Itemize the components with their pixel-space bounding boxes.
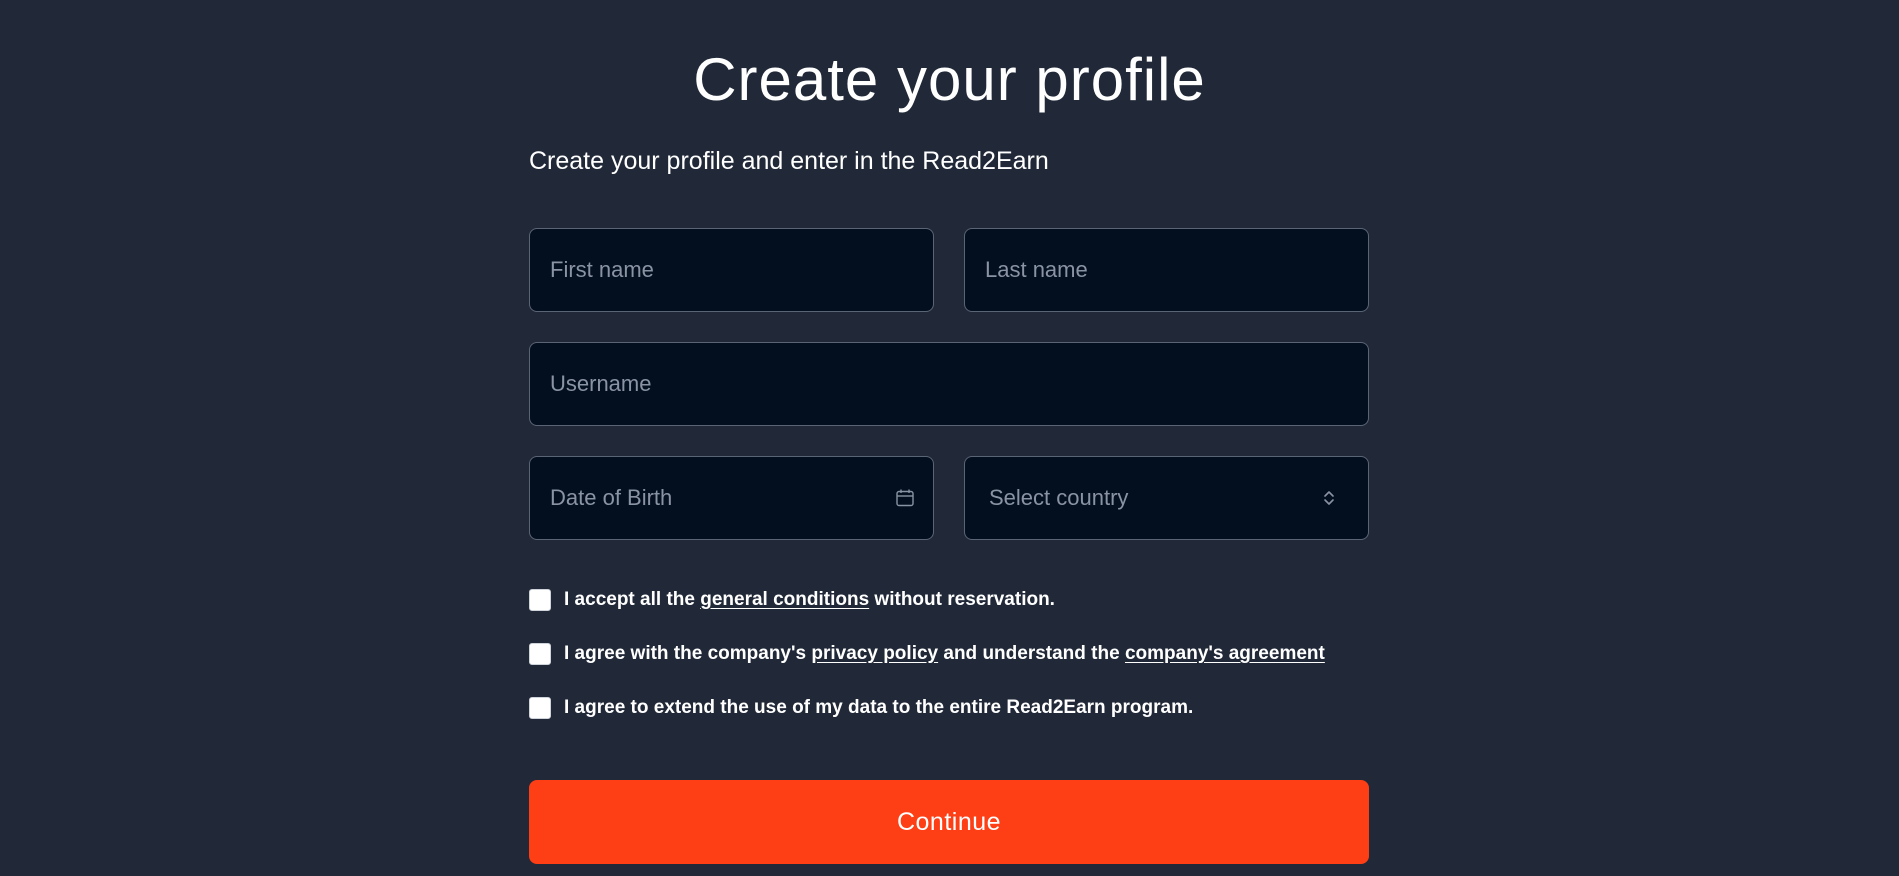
last-name-input[interactable] bbox=[983, 256, 1350, 284]
continue-button[interactable]: Continue bbox=[529, 780, 1369, 864]
last-name-field[interactable] bbox=[964, 228, 1369, 312]
username-input[interactable] bbox=[548, 370, 1350, 398]
first-name-field[interactable] bbox=[529, 228, 934, 312]
username-field[interactable] bbox=[529, 342, 1369, 426]
date-of-birth-field[interactable] bbox=[529, 456, 934, 540]
agreement-prefix: I accept all the bbox=[564, 589, 701, 610]
page-title: Create your profile bbox=[693, 46, 1206, 113]
profile-page: Create your profile Create your profile … bbox=[0, 0, 1899, 876]
agreement-middle: and understand the bbox=[938, 643, 1125, 664]
agreement-prefix: I agree with the company's bbox=[564, 643, 812, 664]
data-usage-checkbox[interactable] bbox=[529, 697, 551, 719]
agreement-text: I agree to extend the use of my data to … bbox=[564, 697, 1194, 718]
country-select-value: Select country bbox=[989, 485, 1129, 510]
page-subtitle: Create your profile and enter in the Rea… bbox=[529, 147, 1049, 175]
agreement-privacy-policy: I agree with the company's privacy polic… bbox=[529, 640, 1325, 668]
date-of-birth-input[interactable] bbox=[548, 484, 895, 512]
first-name-input[interactable] bbox=[548, 256, 915, 284]
agreement-data-usage: I agree to extend the use of my data to … bbox=[529, 694, 1193, 722]
company-agreement-link[interactable]: company's agreement bbox=[1125, 643, 1325, 664]
calendar-icon[interactable] bbox=[894, 487, 915, 509]
chevron-up-down-icon bbox=[1318, 487, 1340, 509]
agreement-general-conditions: I accept all the general conditions with… bbox=[529, 586, 1055, 614]
country-select[interactable]: Select country bbox=[964, 456, 1369, 540]
privacy-policy-checkbox[interactable] bbox=[529, 643, 551, 665]
privacy-policy-link[interactable]: privacy policy bbox=[811, 643, 938, 664]
agreement-text: I accept all the general conditions with… bbox=[564, 589, 1055, 611]
general-conditions-checkbox[interactable] bbox=[529, 589, 551, 611]
agreement-suffix: without reservation. bbox=[869, 589, 1055, 610]
agreement-text: I agree with the company's privacy polic… bbox=[564, 643, 1325, 665]
general-conditions-link[interactable]: general conditions bbox=[700, 589, 869, 610]
